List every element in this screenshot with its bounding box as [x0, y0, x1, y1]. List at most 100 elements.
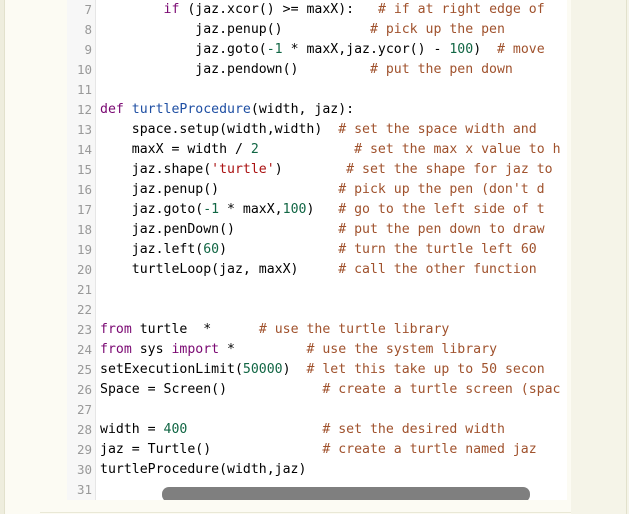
code-token: ) [219, 242, 339, 257]
code-text: jaz.shape('turtle') # set the shape for … [100, 160, 553, 180]
code-token: width = [100, 422, 164, 437]
line-number: 22 [76, 302, 92, 317]
code-line[interactable]: 13 space.setup(width,width) # set the sp… [67, 120, 557, 140]
code-line[interactable]: 26 Space = Screen() # create a turtle scr… [67, 380, 561, 400]
code-token: 60 [203, 242, 220, 257]
code-line[interactable]: 27 [67, 400, 557, 420]
code-token: jaz.left( [100, 242, 204, 257]
code-line[interactable]: 22 [67, 300, 557, 320]
code-token: (jaz.xcor() [179, 2, 283, 17]
code-token: space.setup(width,width) [100, 122, 339, 137]
code-text: width = 400 # set the desired width [100, 420, 505, 440]
code-token: import [171, 342, 220, 357]
line-number: 17 [76, 202, 92, 217]
code-token: ) [306, 202, 339, 217]
line-number: 8 [84, 22, 92, 37]
code-token: -1 [203, 202, 220, 217]
line-number: 21 [76, 282, 92, 297]
code-line[interactable]: 30 turtleProcedure(width,jaz) [67, 460, 557, 480]
code-token: * [219, 342, 307, 357]
code-token: 100 [282, 202, 307, 217]
code-line[interactable]: 17 jaz.goto(-1 * maxX,100) # go to the l… [67, 200, 557, 220]
code-token: * maxX, [219, 202, 283, 217]
code-token: (width, jaz): [250, 102, 355, 117]
line-number: 9 [84, 42, 92, 57]
code-text: jaz.left(60) # turn the turtle left 60 [100, 240, 537, 260]
code-text: turtleProcedure(width,jaz) [100, 460, 306, 480]
line-number: 28 [76, 422, 92, 437]
line-number: 11 [76, 82, 92, 97]
line-number: 10 [76, 62, 92, 77]
horizontal-scrollbar-thumb[interactable] [162, 487, 530, 500]
page-border-left [4, 0, 5, 514]
line-number: 24 [76, 342, 92, 357]
code-token: jaz.pendown() [100, 62, 370, 77]
code-token: turtleProcedure [131, 102, 251, 117]
code-token: maxX = width / [100, 142, 251, 157]
code-line[interactable]: 23 from turtle * # use the turtle library [67, 320, 557, 340]
code-token: # turn the turtle left 60 [338, 242, 537, 257]
code-token: jaz.penup() [100, 182, 339, 197]
code-token: # let this take up to 50 secon [306, 362, 545, 377]
code-text: jaz.goto(-1 * maxX,jaz.ycor() - 100) # m… [100, 40, 544, 60]
line-number: 31 [76, 482, 92, 497]
code-token: ) [282, 362, 307, 377]
code-line[interactable]: 7 if (jaz.xcor() >= maxX): # if at right… [67, 0, 557, 20]
code-text: jaz.pendown() # put the pen down [100, 60, 513, 80]
code-token: turtle * [131, 322, 259, 337]
code-line[interactable]: 11 [67, 80, 557, 100]
code-token: Space = Screen() [100, 382, 323, 397]
code-line[interactable]: 21 [67, 280, 557, 300]
code-token: # pick up the pen [369, 22, 505, 37]
code-text: jaz.penup() # pick up the pen [100, 20, 505, 40]
code-line[interactable]: 12 def turtleProcedure(width, jaz): [67, 100, 557, 120]
code-token: maxX): [298, 2, 378, 17]
code-line[interactable]: 9 jaz.goto(-1 * maxX,jaz.ycor() - 100) #… [67, 40, 557, 60]
code-line[interactable]: 16 jaz.penup() # pick up the pen (don't … [67, 180, 557, 200]
line-number: 23 [76, 322, 92, 337]
line-number: 27 [76, 402, 92, 417]
code-token: >= [282, 2, 299, 17]
code-line[interactable]: 28 width = 400 # set the desired width [67, 420, 557, 440]
code-token: from [100, 322, 132, 337]
code-line[interactable]: 25 setExecutionLimit(50000) # let this ta… [67, 360, 557, 380]
code-line[interactable]: 8 jaz.penup() # pick up the pen [67, 20, 557, 40]
code-token: # put the pen down [369, 62, 513, 77]
code-editor[interactable]: 7 if (jaz.xcor() >= maxX): # if at right… [67, 0, 567, 500]
code-line[interactable]: 24 from sys import * # use the system lib… [67, 340, 557, 360]
line-number: 20 [76, 262, 92, 277]
code-text: def turtleProcedure(width, jaz): [100, 100, 354, 120]
code-token: sys [131, 342, 172, 357]
code-token: # pick up the pen (don't d [338, 182, 545, 197]
code-text: from turtle * # use the turtle library [100, 320, 449, 340]
code-token: # create a turtle screen (spac [322, 382, 561, 397]
line-number: 26 [76, 382, 92, 397]
code-line[interactable]: 15 jaz.shape('turtle') # set the shape f… [67, 160, 557, 180]
code-line[interactable]: 20 turtleLoop(jaz, maxX) # call the othe… [67, 260, 557, 280]
code-line[interactable]: 29 jaz = Turtle() # create a turtle named… [67, 440, 557, 460]
line-number: 16 [76, 182, 92, 197]
line-number: 25 [76, 362, 92, 377]
code-token: 'turtle' [211, 162, 275, 177]
code-token: # create a turtle named jaz [322, 442, 537, 457]
code-text: if (jaz.xcor() >= maxX): # if at right e… [100, 0, 545, 20]
code-token: 400 [163, 422, 188, 437]
code-text: jaz.goto(-1 * maxX,100) # go to the left… [100, 200, 545, 220]
code-token: turtleProcedure(width,jaz) [100, 462, 307, 477]
line-number: 12 [76, 102, 92, 117]
code-line[interactable]: 14 maxX = width / 2 # set the max x valu… [67, 140, 561, 160]
line-number: 13 [76, 122, 92, 137]
code-line[interactable]: 18 jaz.penDown() # put the pen down to d… [67, 220, 557, 240]
code-token: ) [274, 162, 347, 177]
code-line[interactable]: 10 jaz.pendown() # put the pen down [67, 60, 557, 80]
code-line[interactable]: 19 jaz.left(60) # turn the turtle left 6… [67, 240, 557, 260]
code-token: def [100, 102, 124, 117]
code-token: # if at right edge of [377, 2, 545, 17]
line-number: 7 [84, 2, 92, 17]
line-number: 18 [76, 222, 92, 237]
code-text: jaz = Turtle() # create a turtle named j… [100, 440, 537, 460]
